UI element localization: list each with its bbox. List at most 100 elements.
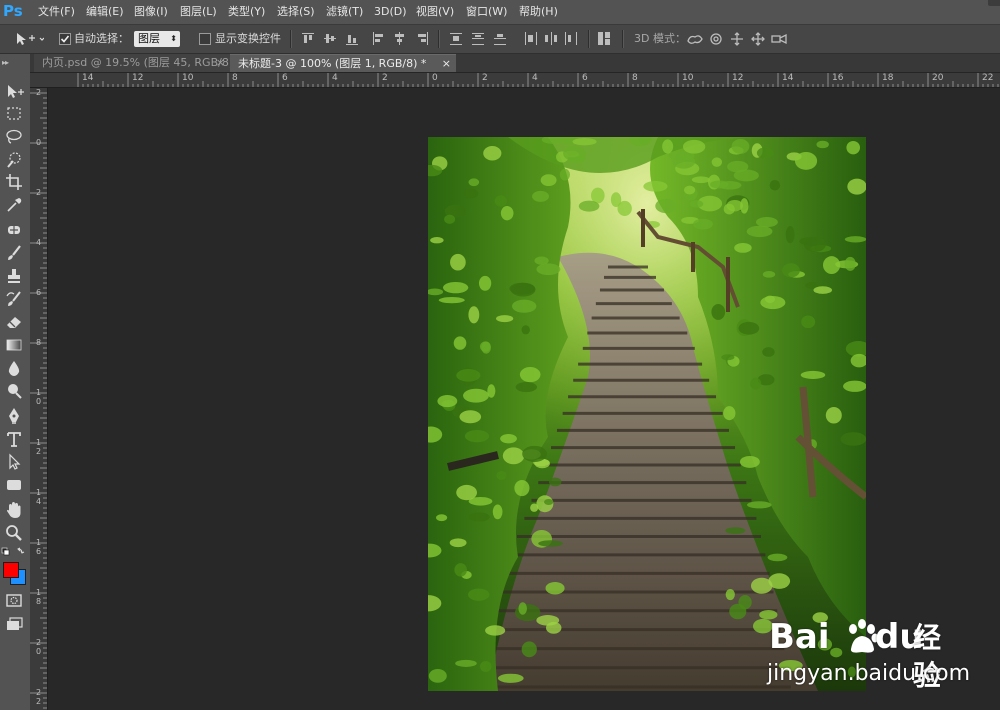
ruler-label: 22 bbox=[982, 73, 994, 83]
ruler-label: 14 bbox=[82, 73, 94, 83]
type-tool-icon[interactable] bbox=[4, 429, 24, 449]
align-vcenter-icon bbox=[324, 38, 336, 39]
crop-tool-icon[interactable] bbox=[4, 172, 24, 192]
ruler-label: 2 bbox=[35, 88, 42, 97]
ruler-label: 8 bbox=[232, 73, 238, 83]
horizontal-ruler[interactable]: 14 12 10 8 6 4 2 0 2 4 6 8 10 12 14 16 1… bbox=[48, 73, 1000, 88]
ruler-label: 18 bbox=[35, 588, 42, 606]
ruler-label: 6 bbox=[582, 73, 588, 83]
clone-stamp-tool-icon[interactable] bbox=[4, 266, 24, 286]
panel-grip-icon[interactable]: ▸▸ bbox=[2, 58, 9, 67]
3d-orbit-icon bbox=[687, 35, 703, 44]
menu-view[interactable]: 视图(V) bbox=[416, 5, 454, 19]
menu-select[interactable]: 选择(S) bbox=[277, 5, 315, 19]
3d-mode-icons bbox=[687, 32, 787, 46]
show-transform-label: 显示变换控件 bbox=[215, 32, 281, 45]
ruler-label: 16 bbox=[35, 538, 42, 556]
ruler-label: 8 bbox=[35, 338, 42, 347]
ruler-label: 12 bbox=[35, 438, 42, 456]
ruler-label: 20 bbox=[35, 638, 42, 656]
eraser-tool-icon[interactable] bbox=[4, 312, 24, 332]
ruler-label: 10 bbox=[682, 73, 694, 83]
ruler-label: 12 bbox=[132, 73, 144, 83]
menu-type[interactable]: 类型(Y) bbox=[228, 5, 265, 19]
quick-select-tool-icon[interactable] bbox=[4, 150, 24, 170]
tab-label: 内页.psd @ 19.5% (图层 45, RGB/8) bbox=[42, 56, 234, 69]
dodge-tool-icon[interactable] bbox=[4, 381, 24, 401]
zoom-tool-icon[interactable] bbox=[4, 523, 24, 543]
document-image-forest-stairway[interactable] bbox=[428, 137, 866, 691]
divider bbox=[588, 30, 590, 48]
menu-help[interactable]: 帮助(H) bbox=[519, 5, 558, 19]
auto-select-label: 自动选择： bbox=[74, 32, 129, 45]
ruler-label: 10 bbox=[182, 73, 194, 83]
move-tool-icon[interactable] bbox=[4, 82, 24, 102]
hand-tool-icon[interactable] bbox=[4, 500, 24, 520]
photoshop-logo: Ps bbox=[3, 2, 23, 20]
window-control[interactable] bbox=[988, 0, 1000, 6]
screen-mode-icon[interactable] bbox=[4, 614, 24, 634]
baidu-paw-icon bbox=[849, 619, 879, 653]
ruler-label: 12 bbox=[732, 73, 744, 83]
history-brush-tool-icon[interactable] bbox=[4, 289, 24, 309]
ruler-label: 10 bbox=[35, 388, 42, 406]
ruler-label: 16 bbox=[832, 73, 844, 83]
ruler-label: 0 bbox=[432, 73, 438, 83]
quick-mask-icon[interactable] bbox=[4, 591, 24, 611]
watermark-url: jingyan.baidu.com bbox=[767, 661, 971, 686]
ruler-label: 14 bbox=[35, 488, 42, 506]
options-bar: 自动选择： 图层 ⬍ 显示变换控件 3D 模式： bbox=[0, 25, 1000, 54]
auto-align-layers-icon[interactable] bbox=[598, 32, 612, 46]
ruler-label: 2 bbox=[482, 73, 488, 83]
3d-mode-label: 3D 模式： bbox=[634, 32, 686, 45]
align-h-icons-group bbox=[373, 32, 428, 45]
menu-image[interactable]: 图像(I) bbox=[134, 5, 168, 19]
path-selection-tool-icon[interactable] bbox=[4, 452, 24, 472]
divider bbox=[290, 30, 292, 48]
tab-document-1[interactable]: 内页.psd @ 19.5% (图层 45, RGB/8) × bbox=[34, 54, 234, 72]
ruler-label: 6 bbox=[282, 73, 288, 83]
tools-panel: ▸▸ bbox=[0, 54, 31, 710]
marquee-tool-icon[interactable] bbox=[4, 104, 24, 124]
blur-tool-icon[interactable] bbox=[4, 358, 24, 378]
ruler-label: 4 bbox=[332, 73, 338, 83]
lasso-tool-icon[interactable] bbox=[4, 127, 24, 147]
ruler-label: 6 bbox=[35, 288, 42, 297]
menu-window[interactable]: 窗口(W) bbox=[466, 5, 507, 19]
ruler-label: 2 bbox=[382, 73, 388, 83]
close-tab-icon[interactable]: × bbox=[442, 55, 451, 73]
show-transform-checkbox[interactable] bbox=[199, 33, 211, 45]
watermark-brand-bai: Bai bbox=[769, 617, 830, 657]
gradient-tool-icon[interactable] bbox=[4, 335, 24, 355]
dropdown-arrow-icon: ⬍ bbox=[170, 34, 177, 43]
swap-colors-icon[interactable] bbox=[1, 546, 29, 558]
divider bbox=[438, 30, 440, 48]
close-tab-icon[interactable]: × bbox=[216, 54, 225, 72]
ruler-label: 18 bbox=[882, 73, 894, 83]
baidu-jingyan-watermark: Bai du 经验 jingyan.baidu.com bbox=[767, 617, 970, 692]
pen-tool-icon[interactable] bbox=[4, 406, 24, 426]
healing-brush-tool-icon[interactable] bbox=[4, 220, 24, 240]
dropdown-value: 图层 bbox=[138, 32, 160, 45]
align-bottom-icon bbox=[346, 44, 358, 45]
brush-tool-icon[interactable] bbox=[4, 243, 24, 263]
menu-layer[interactable]: 图层(L) bbox=[180, 5, 217, 19]
tab-document-2[interactable]: 未标题-3 @ 100% (图层 1, RGB/8) * × bbox=[230, 54, 456, 72]
rectangle-tool-icon[interactable] bbox=[4, 475, 24, 495]
forest-stairway-image bbox=[428, 137, 866, 691]
ruler-label: 22 bbox=[35, 688, 42, 706]
menu-3d[interactable]: 3D(D) bbox=[374, 5, 407, 19]
auto-select-checkbox[interactable] bbox=[59, 33, 71, 45]
move-tool-preset-icon[interactable] bbox=[14, 31, 44, 47]
ruler-label: 0 bbox=[35, 138, 42, 147]
ruler-label: 8 bbox=[632, 73, 638, 83]
eyedropper-tool-icon[interactable] bbox=[4, 195, 24, 215]
menu-file[interactable]: 文件(F) bbox=[38, 5, 75, 19]
auto-select-target-dropdown[interactable]: 图层 ⬍ bbox=[134, 31, 180, 47]
vertical-ruler[interactable]: 2 0 2 4 6 8 10 12 14 16 18 20 22 bbox=[30, 88, 48, 710]
ruler-label: 4 bbox=[35, 238, 42, 247]
ruler-origin[interactable] bbox=[30, 73, 49, 88]
menu-edit[interactable]: 编辑(E) bbox=[86, 5, 124, 19]
menu-filter[interactable]: 滤镜(T) bbox=[326, 5, 363, 19]
foreground-color-swatch[interactable] bbox=[3, 562, 19, 578]
